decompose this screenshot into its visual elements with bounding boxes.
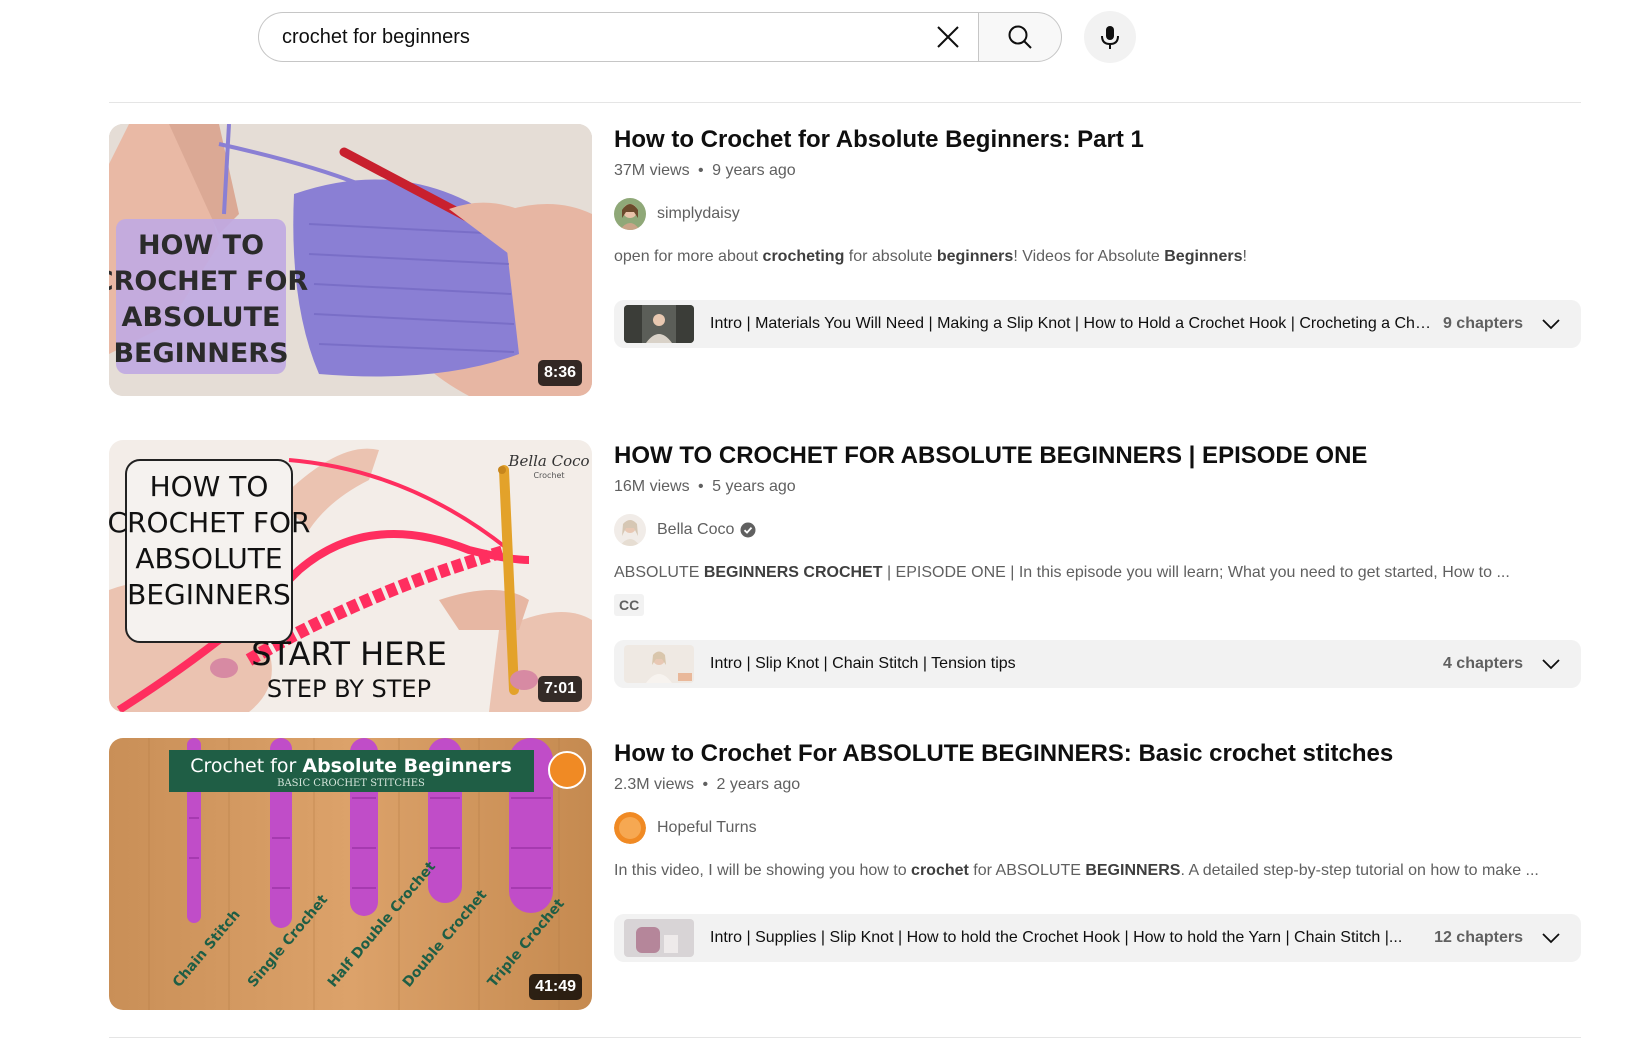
view-count: 16M views — [614, 478, 690, 495]
chapter-list: Intro | Slip Knot | Chain Stitch | Tensi… — [710, 655, 1016, 672]
verified-badge-icon — [740, 522, 756, 538]
video-duration: 7:01 — [537, 676, 582, 702]
description-highlight: BEGINNERS CROCHET — [703, 564, 883, 581]
chevron-down-icon — [1542, 319, 1560, 330]
video-info: How to Crochet for Absolute Beginners: P… — [614, 124, 1581, 266]
view-count: 2.3M views — [614, 776, 695, 793]
chapters-bar[interactable]: Intro | Slip Knot | Chain Stitch | Tensi… — [614, 640, 1581, 688]
chevron-down-icon — [1542, 659, 1560, 670]
search-input[interactable] — [280, 24, 928, 50]
description-text: In this video, I will be showing you how… — [614, 862, 912, 879]
chapter-count: 9 chapters — [1442, 315, 1523, 332]
video-meta: 2.3M views • 2 years ago — [614, 776, 1581, 794]
search-bar — [258, 11, 1136, 63]
chapter-thumbnail — [624, 645, 694, 683]
thumb-text-line: BEGINNERS — [113, 338, 288, 369]
meta-separator: • — [698, 478, 704, 495]
view-count: 37M views — [614, 162, 690, 179]
description-text: . A detailed step-by-step tutorial on ho… — [1180, 862, 1539, 879]
thumb-text-line: HOW TO — [138, 230, 264, 261]
thumb-text-line: CROCHET FOR — [109, 506, 310, 539]
video-description: In this video, I will be showing you how… — [614, 862, 1581, 880]
closed-captions-badge: CC — [614, 594, 645, 616]
avatar — [614, 812, 646, 844]
video-thumbnail[interactable]: HOW TO CROCHET FOR ABSOLUTE BEGINNERS ST… — [109, 440, 592, 712]
chapter-count: 12 chapters — [1434, 929, 1523, 946]
avatar — [614, 514, 646, 546]
video-info: HOW TO CROCHET FOR ABSOLUTE BEGINNERS | … — [614, 440, 1581, 616]
description-text: for ABSOLUTE — [968, 862, 1086, 879]
channel-link[interactable]: Bella Coco — [614, 514, 1581, 546]
description-highlight: crocheting — [762, 248, 845, 265]
thumb-logo: Bella Coco — [507, 452, 589, 470]
chapters-bar[interactable]: Intro | Supplies | Slip Knot | How to ho… — [614, 914, 1581, 962]
description-highlight: beginners — [936, 248, 1014, 265]
video-result: HOW TO CROCHET FOR ABSOLUTE BEGINNERS 8:… — [109, 124, 1581, 396]
search-box[interactable] — [258, 12, 978, 62]
thumbnail-image: Crochet for Absolute Beginners BASIC CRO… — [109, 738, 592, 1010]
video-result: Crochet for Absolute Beginners BASIC CRO… — [109, 738, 1581, 1010]
video-thumbnail[interactable]: HOW TO CROCHET FOR ABSOLUTE BEGINNERS 8:… — [109, 124, 592, 396]
video-duration: 8:36 — [537, 360, 582, 386]
thumb-text-line: HOW TO — [150, 470, 269, 503]
video-result: HOW TO CROCHET FOR ABSOLUTE BEGINNERS ST… — [109, 440, 1581, 712]
search-icon — [1008, 25, 1032, 49]
avatar — [614, 198, 646, 230]
channel-name: Hopeful Turns — [657, 819, 757, 836]
video-description: ABSOLUTE BEGINNERS CROCHET | EPISODE ONE… — [614, 564, 1581, 582]
channel-name: Bella Coco — [657, 521, 735, 538]
description-highlight: BEGINNERS — [1085, 862, 1181, 879]
channel-link[interactable]: Hopeful Turns — [614, 812, 1581, 844]
thumb-banner-sub: BASIC CROCHET STITCHES — [277, 778, 425, 789]
video-description: open for more about crocheting for absol… — [614, 248, 1581, 266]
meta-separator: • — [698, 162, 704, 179]
upload-age: 2 years ago — [716, 776, 801, 793]
chapter-count: 4 chapters — [1442, 655, 1523, 672]
description-highlight: crochet — [911, 862, 969, 879]
thumbnail-image: HOW TO CROCHET FOR ABSOLUTE BEGINNERS — [109, 124, 592, 396]
channel-name: simplydaisy — [657, 205, 740, 222]
thumb-text-line: ABSOLUTE — [122, 302, 281, 333]
clear-search-button[interactable] — [928, 17, 968, 57]
video-thumbnail[interactable]: Crochet for Absolute Beginners BASIC CRO… — [109, 738, 592, 1010]
video-title[interactable]: How to Crochet For ABSOLUTE BEGINNERS: B… — [614, 738, 1581, 770]
thumb-banner: Crochet for Absolute Beginners — [190, 755, 512, 777]
upload-age: 5 years ago — [712, 478, 796, 495]
meta-separator: • — [702, 776, 709, 793]
search-button[interactable] — [978, 12, 1062, 62]
description-highlight: Beginners — [1164, 248, 1243, 265]
chapter-list: Intro | Supplies | Slip Knot | How to ho… — [710, 929, 1403, 946]
video-title[interactable]: HOW TO CROCHET FOR ABSOLUTE BEGINNERS | … — [614, 440, 1581, 472]
chapter-thumbnail — [624, 305, 694, 343]
upload-age: 9 years ago — [712, 162, 796, 179]
chevron-down-icon — [1542, 933, 1560, 944]
chapters-bar[interactable]: Intro | Materials You Will Need | Making… — [614, 300, 1581, 348]
description-text: open for more about — [614, 248, 763, 265]
bottom-divider — [109, 1037, 1581, 1038]
voice-search-button[interactable] — [1084, 11, 1136, 63]
video-title[interactable]: How to Crochet for Absolute Beginners: P… — [614, 124, 1581, 156]
channel-link[interactable]: simplydaisy — [614, 198, 1581, 230]
top-divider — [109, 102, 1581, 103]
video-meta: 16M views • 5 years ago — [614, 478, 1581, 496]
description-text: ABSOLUTE — [614, 564, 704, 581]
thumb-text-line: BEGINNERS — [127, 578, 291, 611]
description-text: for absolute — [844, 248, 937, 265]
thumb-subtext: STEP BY STEP — [267, 675, 431, 703]
chapter-thumbnail — [624, 919, 694, 957]
thumb-text-line: CROCHET FOR — [109, 266, 308, 297]
microphone-icon — [1101, 26, 1119, 49]
description-text: ! Videos for Absolute — [1013, 248, 1165, 265]
video-duration: 41:49 — [529, 974, 582, 1000]
close-icon — [937, 26, 959, 48]
thumb-text-line: ABSOLUTE — [135, 542, 282, 575]
description-text: ! — [1242, 248, 1247, 265]
thumb-subtext: START HERE — [251, 635, 447, 673]
description-text: | EPISODE ONE | In this episode you will… — [882, 564, 1510, 581]
thumbnail-image: HOW TO CROCHET FOR ABSOLUTE BEGINNERS ST… — [109, 440, 592, 712]
video-info: How to Crochet For ABSOLUTE BEGINNERS: B… — [614, 738, 1581, 880]
thumb-logo-sub: Crochet — [533, 471, 564, 480]
video-meta: 37M views • 9 years ago — [614, 162, 1581, 180]
chapter-list: Intro | Materials You Will Need | Making… — [710, 315, 1435, 332]
